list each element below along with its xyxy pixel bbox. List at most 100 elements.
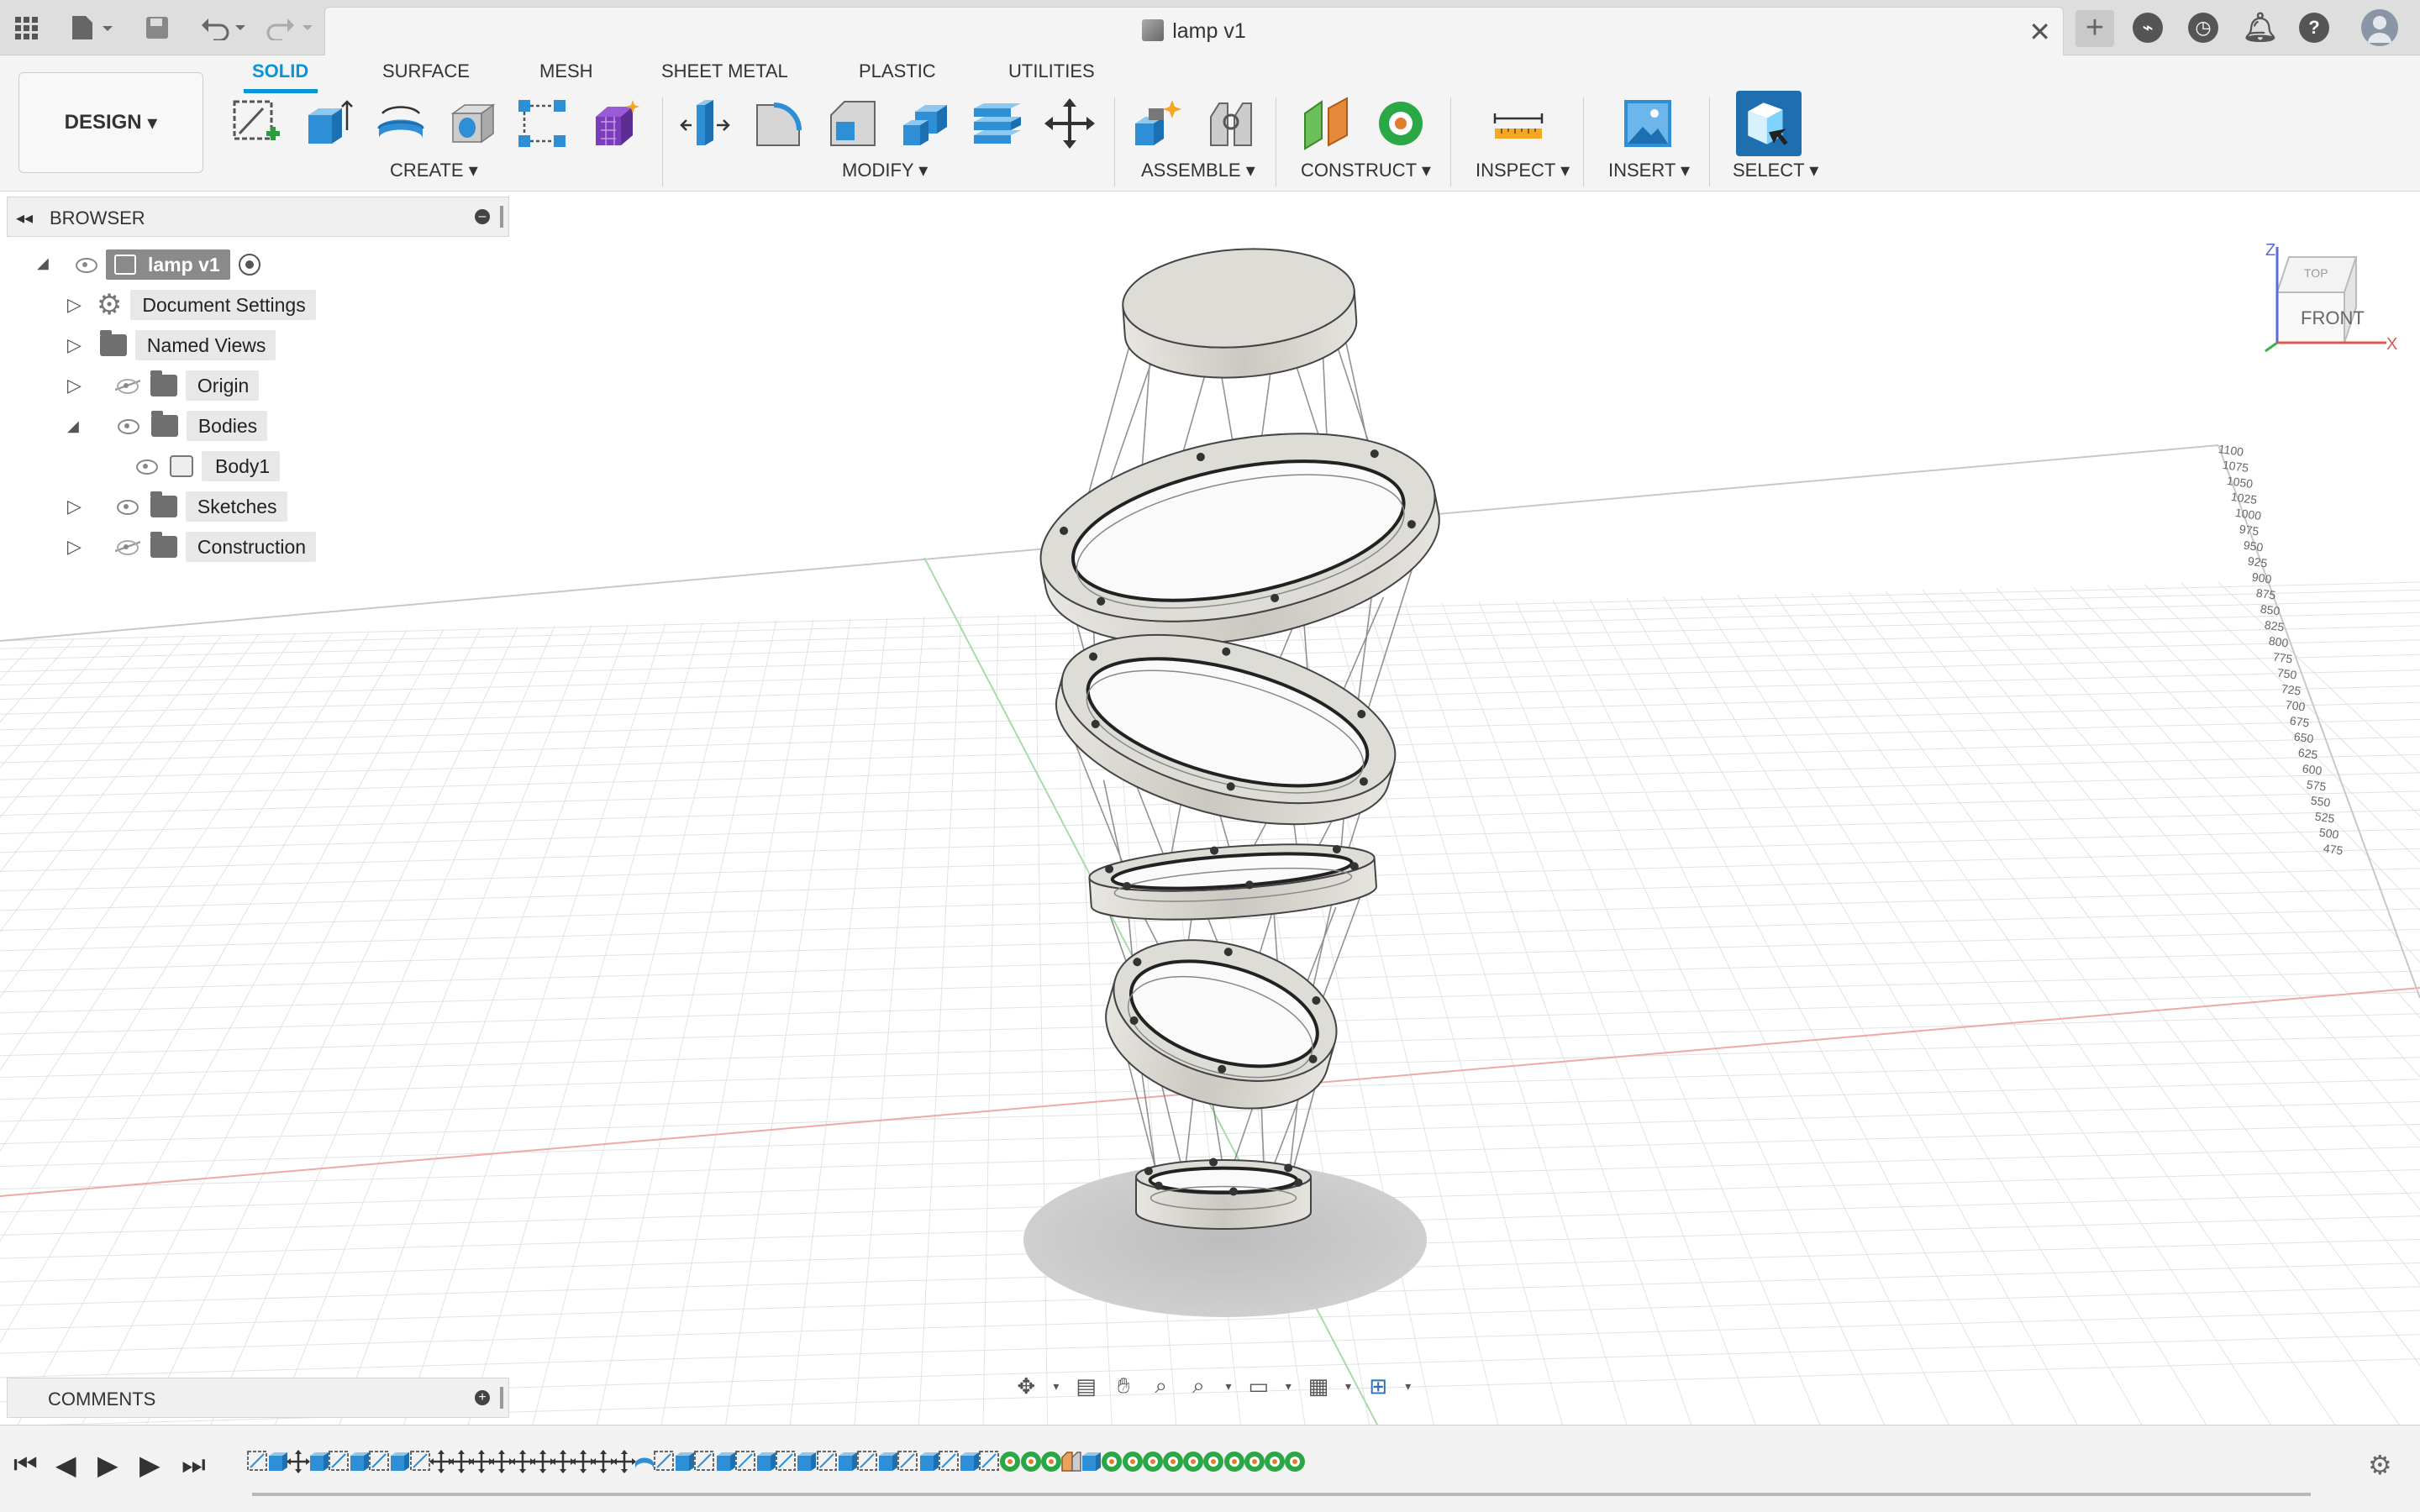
tab-surface[interactable]: SURFACE xyxy=(382,60,470,82)
user-avatar[interactable] xyxy=(2361,9,2398,46)
comments-panel-header[interactable]: COMMENTS + xyxy=(7,1378,509,1418)
pattern-icon[interactable] xyxy=(514,96,570,151)
chamfer-icon[interactable] xyxy=(825,96,881,151)
visibility-eye-icon[interactable] xyxy=(116,417,141,434)
assemble-menu[interactable]: ASSEMBLE ▾ xyxy=(1141,160,1255,181)
viewports-icon[interactable]: ⊞ xyxy=(1365,1372,1392,1400)
step-forward-icon[interactable]: ▶︎ xyxy=(139,1449,160,1481)
visibility-eye-icon[interactable] xyxy=(74,256,99,273)
timeline-point-icon[interactable] xyxy=(1282,1449,1309,1476)
insert-image-icon[interactable] xyxy=(1620,96,1676,151)
tab-solid[interactable]: SOLID xyxy=(252,60,308,82)
create-form-icon[interactable] xyxy=(588,96,644,151)
offset-plane-icon[interactable] xyxy=(1299,96,1355,151)
point-icon[interactable] xyxy=(1373,96,1428,151)
help-icon[interactable]: ? xyxy=(2299,13,2329,43)
go-to-start-icon[interactable]: ⏮ xyxy=(13,1449,38,1481)
timeline-settings-icon[interactable]: ⚙ xyxy=(2368,1449,2392,1481)
panel-grip-icon[interactable] xyxy=(500,206,503,228)
viewcube-front-face[interactable]: FRONT xyxy=(2301,307,2365,328)
expand-triangle-icon[interactable]: ▷ xyxy=(67,334,82,356)
workspace-switcher[interactable]: DESIGN ▾ xyxy=(18,72,203,173)
redo-icon[interactable] xyxy=(264,12,318,44)
close-tab-icon[interactable]: ✕ xyxy=(2028,16,2051,48)
3d-canvas[interactable]: FRONT TOP Z X 1100 1075 1050 1025 1000 975 950… xyxy=(0,192,2420,1427)
tab-mesh[interactable]: MESH xyxy=(539,60,593,82)
measure-icon[interactable] xyxy=(1491,96,1546,151)
extrude-icon[interactable] xyxy=(301,96,356,151)
fit-icon[interactable]: ⌕ xyxy=(1186,1372,1212,1400)
zoom-dropdown-icon[interactable]: ▾ xyxy=(1223,1372,1234,1400)
visibility-eye-icon[interactable] xyxy=(115,498,140,515)
select-icon[interactable] xyxy=(1736,91,1802,156)
minimize-panel-icon[interactable]: – xyxy=(475,209,490,224)
grid-settings-icon[interactable]: ▦ xyxy=(1306,1372,1332,1400)
viewcube-top-face[interactable]: TOP xyxy=(2304,266,2328,280)
expand-triangle-icon[interactable]: ▷ xyxy=(67,375,82,396)
hidden-eye-icon[interactable] xyxy=(114,377,140,394)
save-icon[interactable] xyxy=(143,12,171,44)
revolve-icon[interactable] xyxy=(373,96,429,151)
visibility-eye-icon[interactable] xyxy=(134,458,160,475)
move-copy-icon[interactable] xyxy=(1042,96,1097,151)
orbit-dropdown-icon[interactable]: ▾ xyxy=(1051,1372,1062,1400)
hole-icon[interactable] xyxy=(445,96,501,151)
expand-triangle-icon[interactable]: ▷ xyxy=(67,496,82,517)
tree-item-document-settings[interactable]: ▷ ⚙ Document Settings xyxy=(67,288,316,322)
tree-item-origin[interactable]: ▷ Origin xyxy=(67,369,260,402)
press-pull-icon[interactable] xyxy=(679,96,734,151)
tree-root-lamp[interactable]: ◢ lamp v1 xyxy=(37,248,260,281)
tab-sheet-metal[interactable]: SHEET METAL xyxy=(661,60,788,82)
pan-icon[interactable]: ✋︎ xyxy=(1111,1372,1137,1400)
select-menu[interactable]: SELECT ▾ xyxy=(1733,160,1818,181)
tree-item-construction[interactable]: ▷ Construction xyxy=(67,530,317,564)
orbit-icon[interactable]: ✥ xyxy=(1013,1372,1039,1400)
document-tab[interactable]: lamp v1 ✕ xyxy=(324,7,2064,55)
display-dropdown-icon[interactable]: ▾ xyxy=(1283,1372,1294,1400)
tab-plastic[interactable]: PLASTIC xyxy=(859,60,936,82)
add-comment-icon[interactable]: + xyxy=(475,1390,490,1405)
undo-icon[interactable] xyxy=(197,12,250,44)
collapse-triangle-icon[interactable]: ◢ xyxy=(67,417,79,435)
tab-utilities[interactable]: UTILITIES xyxy=(1008,60,1095,82)
panel-grip-icon[interactable] xyxy=(500,1387,503,1409)
file-menu-icon[interactable] xyxy=(67,12,118,44)
go-to-end-icon[interactable]: ⏭ xyxy=(182,1449,206,1481)
play-icon[interactable]: ▶︎ xyxy=(97,1449,118,1481)
tree-item-body1[interactable]: Body1 xyxy=(134,449,281,483)
job-status-icon[interactable]: ◷ xyxy=(2188,13,2218,43)
grid-dropdown-icon[interactable]: ▾ xyxy=(1343,1372,1354,1400)
tree-item-bodies[interactable]: ◢ Bodies xyxy=(67,409,268,443)
hidden-eye-icon[interactable] xyxy=(114,538,140,555)
apps-grid-icon[interactable] xyxy=(12,12,40,44)
notifications-icon[interactable]: 🔔︎ xyxy=(2242,12,2278,44)
new-tab-button[interactable]: + xyxy=(2075,10,2114,47)
extensions-icon[interactable]: ⌁ xyxy=(2133,13,2163,43)
lamp-body[interactable] xyxy=(1025,242,1455,1230)
step-back-icon[interactable]: ◀︎ xyxy=(55,1449,76,1481)
collapse-triangle-icon[interactable]: ◢ xyxy=(37,255,49,272)
new-component-icon[interactable] xyxy=(1131,96,1186,151)
display-settings-icon[interactable]: ▭ xyxy=(1245,1372,1271,1400)
collapse-panel-icon[interactable]: ◂◂ xyxy=(16,207,33,228)
create-menu[interactable]: CREATE ▾ xyxy=(390,160,478,181)
look-at-icon[interactable]: ▤ xyxy=(1073,1372,1099,1400)
joint-icon[interactable] xyxy=(1203,96,1259,151)
construct-menu[interactable]: CONSTRUCT ▾ xyxy=(1301,160,1431,181)
combine-icon[interactable] xyxy=(970,96,1025,151)
shell-icon[interactable] xyxy=(897,96,953,151)
tree-item-named-views[interactable]: ▷ Named Views xyxy=(67,328,276,362)
modify-menu[interactable]: MODIFY ▾ xyxy=(842,160,928,181)
viewports-dropdown-icon[interactable]: ▾ xyxy=(1402,1372,1413,1400)
expand-triangle-icon[interactable]: ▷ xyxy=(67,536,82,558)
insert-menu[interactable]: INSERT ▾ xyxy=(1608,160,1690,181)
expand-triangle-icon[interactable]: ▷ xyxy=(67,294,82,316)
inspect-menu[interactable]: INSPECT ▾ xyxy=(1476,160,1570,181)
viewcube[interactable]: FRONT TOP Z X xyxy=(2260,241,2412,376)
fillet-icon[interactable] xyxy=(751,96,807,151)
timeline-track[interactable] xyxy=(252,1493,2311,1496)
tree-item-sketches[interactable]: ▷ Sketches xyxy=(67,490,287,523)
create-sketch-icon[interactable] xyxy=(229,96,284,151)
zoom-icon[interactable]: ⌕ xyxy=(1148,1372,1174,1400)
activate-radio-icon[interactable] xyxy=(238,254,260,276)
